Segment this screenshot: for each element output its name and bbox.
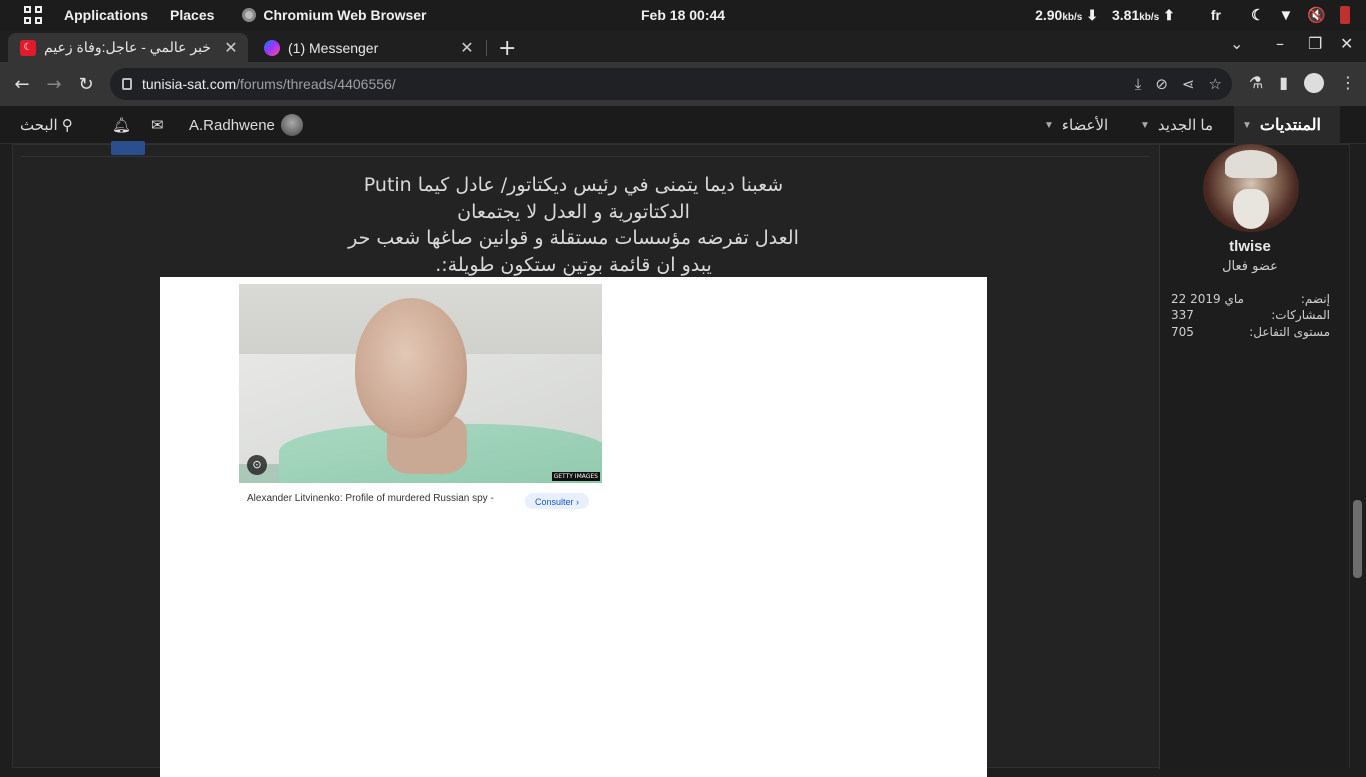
search-icon: ⚲ — [61, 117, 73, 134]
menu-kebab-icon[interactable]: ⋮ — [1340, 73, 1356, 93]
clock[interactable]: Feb 18 00:44 — [641, 7, 725, 23]
restore-icon[interactable]: ❐ — [1308, 34, 1322, 53]
reload-button[interactable]: ↻ — [70, 74, 102, 95]
minimize-icon[interactable]: – — [1276, 34, 1284, 53]
stat-value: 337 — [1171, 308, 1194, 322]
keyboard-layout[interactable]: fr — [1211, 7, 1221, 23]
chevron-down-icon[interactable]: ▼ — [1242, 120, 1252, 131]
volume-muted-icon[interactable]: 🔇 — [1307, 6, 1326, 24]
user-account-link[interactable]: A.Radhwene — [189, 106, 303, 144]
app-grid-icon[interactable] — [24, 6, 42, 24]
post-message: شعبنا ديما يتمنى في رئيس ديكتاتور/ عادل … — [160, 172, 987, 278]
new-tab-button[interactable]: + — [498, 36, 516, 61]
url-text[interactable]: tunisia-sat.com/forums/threads/4406556/ — [142, 76, 396, 92]
user-avatar — [280, 114, 303, 136]
author-name[interactable]: tlwise — [1170, 238, 1330, 255]
message-line: يبدو ان قائمة بوتين ستكون طويلة:. — [435, 253, 712, 276]
close-tab-icon[interactable]: ✕ — [222, 38, 240, 58]
battery-icon[interactable] — [1340, 6, 1350, 24]
image-caption[interactable]: Alexander Litvinenko: Profile of murdere… — [247, 493, 494, 504]
stat-value: 705 — [1171, 325, 1194, 339]
net-up-speed: 3.81kb/s ⬆ — [1111, 6, 1175, 23]
browser-toolbar: ← → ↻ tunisia-sat.com/forums/threads/440… — [0, 62, 1366, 106]
chevron-down-icon[interactable]: ▼ — [1140, 120, 1150, 131]
page-scrollbar[interactable] — [1350, 144, 1366, 768]
back-button[interactable]: ← — [6, 74, 38, 95]
net-down-speed: 2.90kb/s ⬇ — [1035, 6, 1098, 23]
username-label: A.Radhwene — [189, 116, 275, 134]
applications-menu[interactable]: Applications — [64, 7, 148, 23]
stat-label: المشاركات: — [1271, 308, 1330, 322]
stat-label: مستوى التفاعل: — [1249, 325, 1330, 339]
share-icon[interactable]: ⋖ — [1182, 75, 1195, 93]
stat-value: 22 ماي 2019 — [1171, 292, 1244, 306]
notifications-bell-icon[interactable]: 🔔︎ — [112, 106, 131, 144]
arrow-up-icon: ⬆ — [1163, 6, 1175, 23]
tunisia-sat-favicon-icon: ☾ — [20, 39, 36, 56]
chromium-icon — [242, 8, 257, 22]
lock-icon[interactable] — [122, 78, 132, 90]
image-watermark: GETTY IMAGES — [551, 472, 600, 481]
system-tray: 2.90kb/s ⬇ 3.81kb/s ⬆ fr ☾ ▼ 🔇 — [1035, 0, 1366, 30]
nav-members[interactable]: ▼ الأعضاء — [1036, 106, 1108, 144]
page-content: شعبنا ديما يتمنى في رئيس ديكتاتور/ عادل … — [0, 141, 1366, 777]
omnibox-actions: ⤓ ⊘ ⋖ ☆ — [1135, 75, 1222, 93]
messages-envelope-icon[interactable]: ✉︎ — [151, 106, 164, 144]
consult-button[interactable]: Consulter › — [525, 493, 590, 509]
close-tab-icon[interactable]: ✕ — [458, 38, 476, 58]
author-avatar[interactable] — [1203, 144, 1299, 232]
forums-label: المنتديات — [1259, 117, 1321, 134]
stat-label: إنضم: — [1300, 292, 1330, 306]
system-top-bar: Applications Places Chromium Web Browser… — [0, 0, 1366, 30]
tab-search-chevron-icon[interactable]: ⌄ — [1230, 34, 1243, 53]
message-line: العدل تفرضه مؤسسات مستقلة و قوانين صاغها… — [348, 227, 799, 249]
nav-forums[interactable]: ▼ المنتديات — [1234, 106, 1340, 144]
arrow-down-icon: ⬇ — [1086, 6, 1098, 23]
whats-new-label: ما الجديد — [1157, 117, 1214, 134]
install-app-icon[interactable]: ⤓ — [1135, 75, 1142, 93]
search-label: البحث — [20, 117, 58, 134]
profile-icon[interactable] — [1304, 73, 1324, 93]
toolbar-right: ⚗ ▮ ⋮ — [1249, 73, 1356, 93]
forward-button[interactable]: → — [38, 74, 70, 95]
forum-header: البحث ⚲ 🔔︎ ✉︎ A.Radhwene ▼ الأعضاء ▼ ما … — [0, 106, 1366, 144]
night-light-icon[interactable]: ☾ — [1251, 6, 1264, 24]
post-badge — [111, 141, 145, 155]
chevron-down-icon[interactable]: ▼ — [1044, 120, 1054, 131]
places-menu[interactable]: Places — [170, 7, 214, 23]
browser-tab-bar: ☾ خبر عالمي - عاجل:وفاة زعيم ✕ (1) Messe… — [0, 30, 1366, 62]
embedded-photo[interactable]: ⊙ GETTY IMAGES — [239, 284, 602, 483]
message-line: الدكتاتورية و العدل لا يجتمعان — [457, 200, 690, 223]
tab-title: (1) Messenger — [288, 39, 379, 56]
message-line: شعبنا ديما يتمنى في رئيس ديكتاتور/ عادل … — [363, 174, 784, 196]
messenger-favicon-icon — [264, 39, 280, 56]
post-header-strip — [21, 141, 1149, 157]
side-panel-icon[interactable]: ▮ — [1279, 73, 1288, 93]
members-label: الأعضاء — [1061, 117, 1109, 134]
labs-flask-icon[interactable]: ⚗ — [1249, 73, 1263, 93]
embedded-search-result: ⊙ GETTY IMAGES Alexander Litvinenko: Pro… — [160, 277, 987, 777]
active-app-menu[interactable]: Chromium Web Browser — [242, 7, 427, 23]
active-app-label: Chromium Web Browser — [263, 7, 427, 23]
bookmark-star-icon[interactable]: ☆ — [1209, 75, 1222, 93]
lens-scan-icon[interactable]: ⊙ — [247, 455, 267, 475]
wifi-icon[interactable]: ▼ — [1278, 7, 1293, 24]
scrollbar-thumb[interactable] — [1353, 500, 1362, 578]
tab-messenger[interactable]: (1) Messenger ✕ — [252, 33, 484, 62]
tab-separator — [486, 40, 487, 56]
address-bar[interactable]: tunisia-sat.com/forums/threads/4406556/ … — [110, 68, 1232, 100]
nav-whats-new[interactable]: ▼ ما الجديد — [1132, 106, 1213, 144]
author-title: عضو فعال — [1222, 259, 1278, 274]
close-window-icon[interactable]: ✕ — [1340, 34, 1353, 53]
tab-forum-thread[interactable]: ☾ خبر عالمي - عاجل:وفاة زعيم ✕ — [8, 33, 248, 62]
search-link[interactable]: البحث ⚲ — [20, 106, 73, 144]
tab-title: خبر عالمي - عاجل:وفاة زعيم — [44, 39, 211, 55]
tracking-blocked-icon[interactable]: ⊘ — [1155, 75, 1168, 93]
